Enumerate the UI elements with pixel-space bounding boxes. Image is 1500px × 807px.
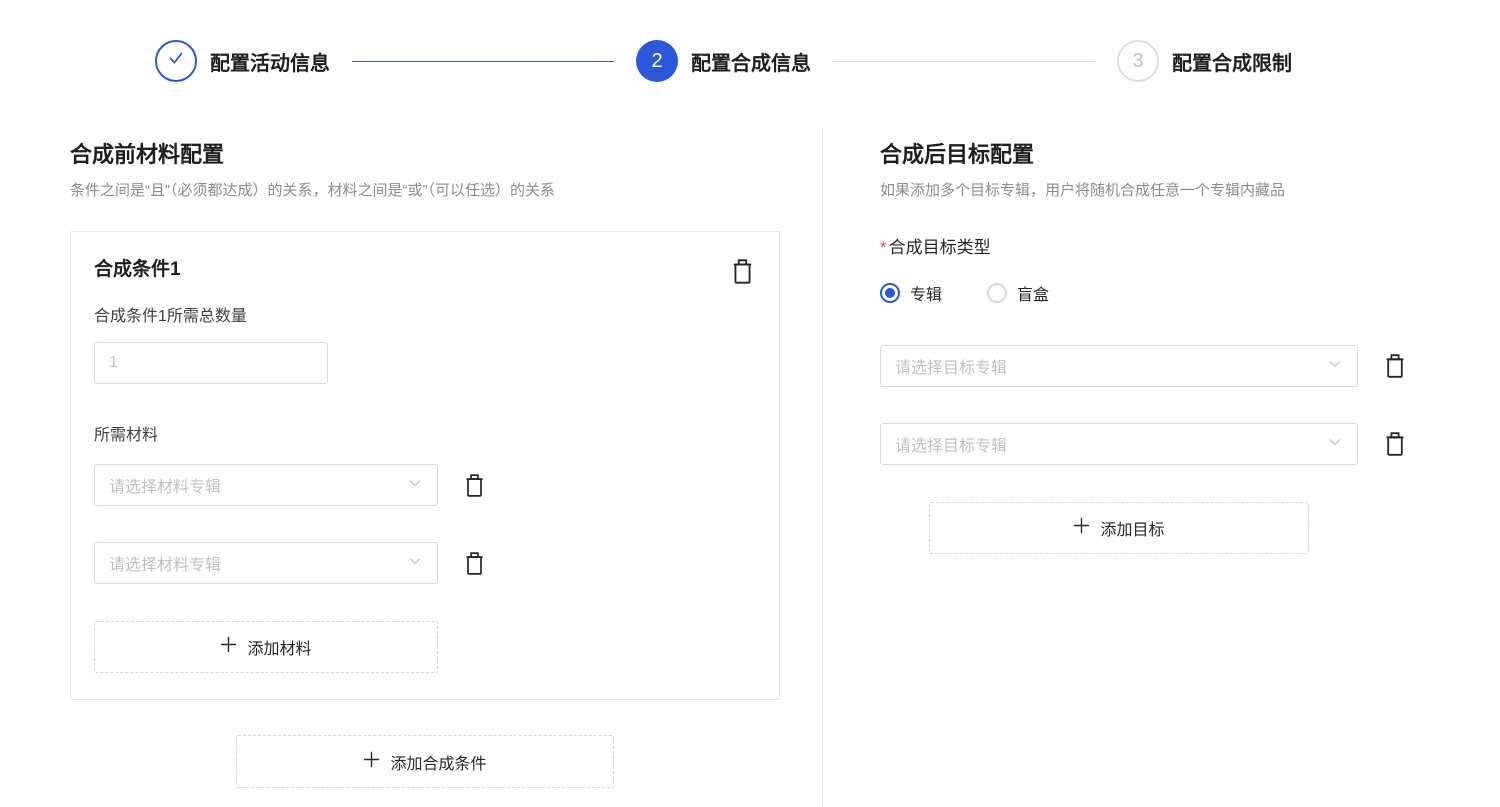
radio-option-album[interactable]: 专辑 — [880, 281, 942, 305]
add-condition-button[interactable]: 添加合成条件 — [236, 735, 614, 788]
delete-material-2-button[interactable] — [463, 551, 486, 576]
material-select-row-1: 请选择材料专辑 — [94, 464, 755, 506]
target-select-row-2: 请选择目标专辑 — [880, 423, 1410, 465]
left-section-title: 合成前材料配置 — [70, 142, 780, 168]
target-select-1-placeholder: 请选择目标专辑 — [895, 354, 1007, 378]
step-connector-pending — [833, 61, 1095, 62]
column-divider — [822, 128, 823, 807]
step-3-synthesis-limit[interactable]: 3 配置合成限制 — [1117, 40, 1292, 82]
radio-album-label: 专辑 — [910, 281, 942, 305]
radio-blindbox-label: 盲盒 — [1017, 281, 1049, 305]
condition-card-1: 合成条件1 合成条件1所需总数量 所需材料 请选择材料专辑 — [70, 231, 780, 700]
chevron-down-icon — [407, 553, 423, 574]
pre-synthesis-materials-section: 合成前材料配置 条件之间是“且”（必须都达成）的关系，材料之间是“或”（可以任选… — [70, 142, 780, 788]
radio-option-blindbox[interactable]: 盲盒 — [987, 281, 1049, 305]
step-1-circle — [155, 40, 197, 82]
add-material-label: 添加材料 — [247, 635, 311, 659]
step-3-number: 3 — [1132, 50, 1143, 73]
right-section-subtitle: 如果添加多个目标专辑，用户将随机合成任意一个专辑内藏品 — [880, 181, 1410, 200]
material-select-1[interactable]: 请选择材料专辑 — [94, 464, 438, 506]
delete-target-1-button[interactable] — [1383, 353, 1407, 379]
chevron-down-icon — [1327, 434, 1343, 455]
chevron-down-icon — [1327, 356, 1343, 377]
trash-icon — [463, 473, 486, 498]
plus-icon — [1073, 517, 1090, 539]
add-target-button[interactable]: 添加目标 — [929, 502, 1309, 554]
wizard-stepper: 配置活动信息 2 配置合成信息 3 配置合成限制 — [155, 40, 1292, 82]
quantity-label: 合成条件1所需总数量 — [94, 307, 755, 327]
plus-icon — [220, 636, 237, 658]
check-icon — [166, 48, 186, 74]
required-asterisk: * — [880, 238, 887, 257]
target-select-2[interactable]: 请选择目标专辑 — [880, 423, 1358, 465]
step-2-number: 2 — [651, 50, 662, 73]
target-select-1[interactable]: 请选择目标专辑 — [880, 345, 1358, 387]
add-target-label: 添加目标 — [1100, 516, 1164, 540]
post-synthesis-target-section: 合成后目标配置 如果添加多个目标专辑，用户将随机合成任意一个专辑内藏品 *合成目… — [880, 142, 1410, 554]
target-select-row-1: 请选择目标专辑 — [880, 345, 1410, 387]
left-section-subtitle: 条件之间是“且”（必须都达成）的关系，材料之间是“或”（可以任选）的关系 — [70, 181, 780, 200]
radio-unselected-icon — [987, 283, 1007, 303]
right-section-title: 合成后目标配置 — [880, 142, 1410, 168]
delete-condition-button[interactable] — [730, 258, 755, 285]
material-select-2[interactable]: 请选择材料专辑 — [94, 542, 438, 584]
material-select-2-placeholder: 请选择材料专辑 — [109, 551, 221, 575]
step-3-label: 配置合成限制 — [1172, 47, 1292, 76]
trash-icon — [730, 258, 755, 285]
step-2-synthesis-info[interactable]: 2 配置合成信息 — [636, 40, 811, 82]
trash-icon — [1383, 431, 1407, 457]
delete-material-1-button[interactable] — [463, 473, 486, 498]
step-connector-done — [352, 61, 614, 62]
step-2-circle: 2 — [636, 40, 678, 82]
step-1-activity-info[interactable]: 配置活动信息 — [155, 40, 330, 82]
trash-icon — [463, 551, 486, 576]
add-material-button[interactable]: 添加材料 — [94, 621, 438, 673]
material-select-row-2: 请选择材料专辑 — [94, 542, 755, 584]
condition-card-title: 合成条件1 — [94, 258, 181, 282]
quantity-input[interactable] — [94, 342, 328, 384]
add-condition-label: 添加合成条件 — [390, 750, 486, 774]
step-2-label: 配置合成信息 — [691, 47, 811, 76]
target-type-radio-group: 专辑 盲盒 — [880, 281, 1410, 305]
plus-icon — [363, 751, 380, 773]
step-3-circle: 3 — [1117, 40, 1159, 82]
materials-label: 所需材料 — [94, 426, 755, 446]
target-type-label: *合成目标类型 — [880, 237, 1410, 258]
delete-target-2-button[interactable] — [1383, 431, 1407, 457]
target-select-2-placeholder: 请选择目标专辑 — [895, 432, 1007, 456]
chevron-down-icon — [407, 475, 423, 496]
trash-icon — [1383, 353, 1407, 379]
material-select-1-placeholder: 请选择材料专辑 — [109, 473, 221, 497]
radio-selected-icon — [880, 283, 900, 303]
step-1-label: 配置活动信息 — [210, 47, 330, 76]
